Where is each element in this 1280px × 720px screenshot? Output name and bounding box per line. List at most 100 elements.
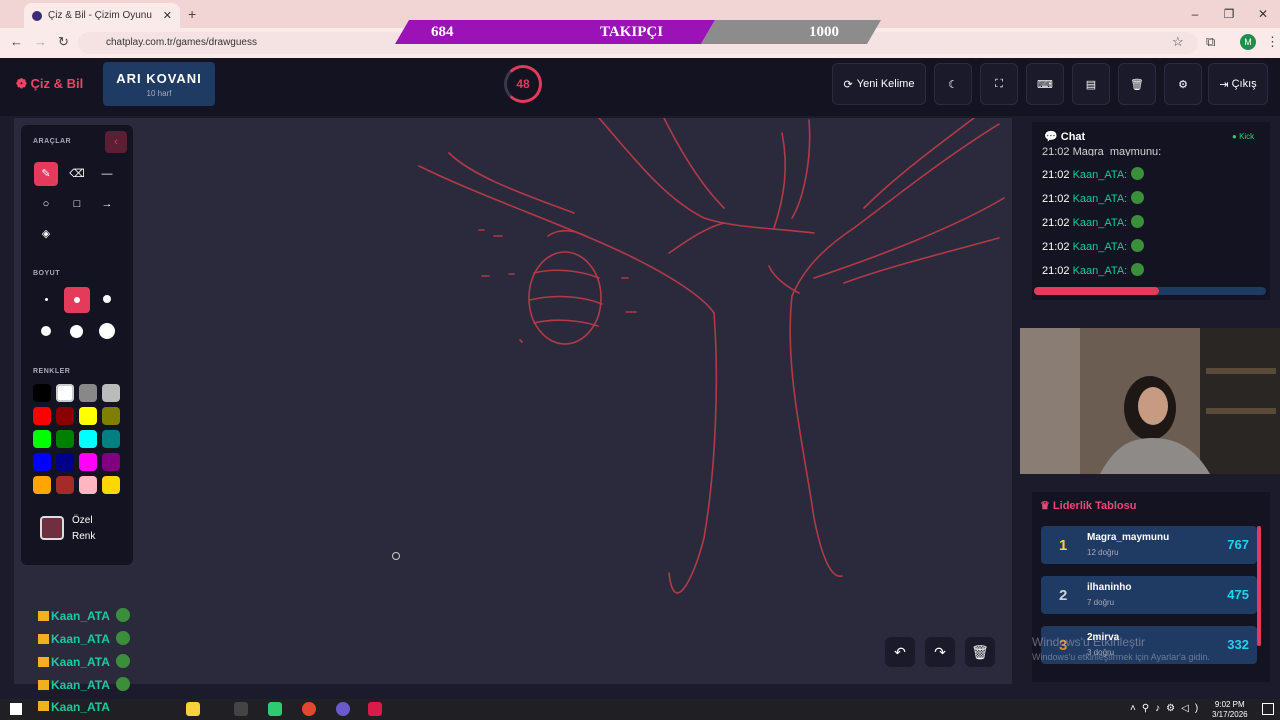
size-option-3[interactable] bbox=[95, 287, 119, 311]
profile-avatar[interactable]: M bbox=[1240, 34, 1256, 50]
leaderboard-scrollbar[interactable] bbox=[1257, 526, 1261, 646]
bookmark-star-icon[interactable]: ☆ bbox=[1172, 34, 1184, 50]
feed-user: Kaan_ATA bbox=[51, 678, 110, 692]
color-swatch[interactable] bbox=[33, 384, 51, 402]
undo-icon: ↶ bbox=[894, 644, 906, 660]
chat-message: 21:02 Kaan_ATA: bbox=[1042, 215, 1145, 229]
color-swatch[interactable] bbox=[56, 430, 74, 448]
discord-icon[interactable] bbox=[336, 702, 350, 716]
clock-time: 9:02 PM bbox=[1214, 700, 1245, 709]
color-swatch[interactable] bbox=[33, 430, 51, 448]
size-option-6[interactable] bbox=[95, 319, 119, 343]
color-swatch[interactable] bbox=[102, 476, 120, 494]
color-swatch[interactable] bbox=[56, 407, 74, 425]
correct-count: 12 doğru bbox=[1087, 548, 1119, 557]
drawing-canvas[interactable] bbox=[14, 118, 1012, 684]
rank: 2 bbox=[1059, 587, 1068, 604]
frog-emote-icon bbox=[115, 608, 130, 622]
game-logo: ❁ Çiz & Bil bbox=[16, 76, 83, 92]
eraser-tool[interactable]: ⌫ bbox=[65, 162, 89, 186]
browser-menu-icon[interactable]: ⋮ bbox=[1266, 34, 1279, 50]
rectangle-tool[interactable]: □ bbox=[65, 192, 89, 216]
keyboard-button[interactable]: ⌨ bbox=[1026, 63, 1064, 105]
crown-icon bbox=[38, 611, 49, 621]
fill-tool[interactable]: ◈ bbox=[34, 222, 58, 246]
game-logo-text: Çiz & Bil bbox=[30, 76, 84, 91]
chat-user: Kaan_ATA: bbox=[1072, 241, 1128, 253]
new-tab-button[interactable]: + bbox=[188, 6, 196, 22]
chat-message-partial: 21:02 Magra_maymunu: bbox=[1042, 146, 1161, 156]
extensions-icon[interactable]: ⧉ bbox=[1206, 34, 1215, 50]
leaderboard-row: 1 Magra_maymunu 12 doğru 767 bbox=[1041, 526, 1257, 564]
color-swatch[interactable] bbox=[33, 407, 51, 425]
color-swatch[interactable] bbox=[33, 476, 51, 494]
tool-panel: ARAÇLAR ‹ ✎ ⌫ — ○ □ → ◈ BOYUT RENKLER Öz… bbox=[21, 125, 133, 565]
app-icon[interactable] bbox=[268, 702, 282, 716]
taskbar-overlay-user: Kaan_ATA bbox=[38, 700, 110, 714]
size-dot bbox=[70, 325, 83, 338]
clear-canvas-button[interactable]: 🗑 bbox=[965, 637, 995, 667]
custom-color-swatch[interactable] bbox=[40, 516, 64, 540]
webcam-image bbox=[1020, 328, 1280, 474]
circle-icon: ○ bbox=[42, 198, 50, 210]
restore-button[interactable]: ❐ bbox=[1212, 0, 1246, 28]
delete-button[interactable]: 🗑 bbox=[1118, 63, 1156, 105]
collapse-panel-button[interactable]: ‹ bbox=[105, 131, 127, 153]
window-controls: – ❐ ✕ bbox=[1178, 0, 1280, 28]
color-swatch[interactable] bbox=[79, 453, 97, 471]
fullscreen-button[interactable]: ⛶ bbox=[980, 63, 1018, 105]
size-option-5[interactable] bbox=[64, 319, 88, 343]
task-view-icon[interactable] bbox=[234, 702, 248, 716]
reload-icon[interactable]: ↻ bbox=[58, 34, 69, 50]
frog-emote-icon bbox=[1131, 263, 1145, 276]
size-option-1[interactable] bbox=[34, 287, 58, 311]
new-word-button[interactable]: ⟳ Yeni Kelime bbox=[832, 63, 926, 105]
windows-start-icon[interactable] bbox=[10, 703, 22, 715]
color-swatch[interactable] bbox=[56, 476, 74, 494]
theme-toggle-button[interactable]: ☾ bbox=[934, 63, 972, 105]
streaming-app-icon[interactable] bbox=[368, 702, 382, 716]
color-swatch[interactable] bbox=[102, 430, 120, 448]
color-swatch[interactable] bbox=[56, 453, 74, 471]
color-swatch[interactable] bbox=[33, 453, 51, 471]
undo-button[interactable]: ↶ bbox=[885, 637, 915, 667]
chat-title: 💬 Chat bbox=[1044, 130, 1085, 143]
arrow-tool[interactable]: → bbox=[95, 192, 119, 216]
trash-icon: 🗑 bbox=[971, 644, 989, 660]
pencil-tool[interactable]: ✎ bbox=[34, 162, 58, 186]
back-icon[interactable]: ← bbox=[10, 34, 23, 49]
color-swatch[interactable] bbox=[79, 430, 97, 448]
color-swatch[interactable] bbox=[79, 407, 97, 425]
color-swatch[interactable] bbox=[79, 476, 97, 494]
notification-icon[interactable] bbox=[1262, 703, 1274, 715]
color-swatch[interactable] bbox=[79, 384, 97, 402]
settings-button[interactable]: ⚙ bbox=[1164, 63, 1202, 105]
custom-color-label-line1: Özel bbox=[72, 515, 93, 526]
size-dot bbox=[41, 326, 51, 336]
keyboard-icon: ⌨ bbox=[1037, 78, 1053, 91]
color-swatch[interactable] bbox=[56, 384, 74, 402]
player-name: ilhaninho bbox=[1087, 582, 1132, 593]
size-option-2[interactable] bbox=[64, 287, 90, 313]
close-window-button[interactable]: ✕ bbox=[1246, 0, 1280, 28]
archive-button[interactable]: ▤ bbox=[1072, 63, 1110, 105]
line-tool[interactable]: — bbox=[95, 162, 119, 186]
tab-close-icon[interactable]: ✕ bbox=[163, 9, 172, 22]
chrome-icon[interactable] bbox=[302, 702, 316, 716]
system-tray-icons[interactable]: ˄⚲♪⚙◁) bbox=[1130, 703, 1204, 714]
circle-tool[interactable]: ○ bbox=[34, 192, 58, 216]
frog-emote-icon bbox=[1131, 167, 1145, 180]
color-swatch[interactable] bbox=[102, 384, 120, 402]
redo-button[interactable]: ↷ bbox=[925, 637, 955, 667]
logout-button[interactable]: ⇥ Çıkış bbox=[1208, 63, 1268, 105]
size-option-4[interactable] bbox=[34, 319, 58, 343]
sparkle-icon[interactable] bbox=[186, 702, 200, 716]
minimize-button[interactable]: – bbox=[1178, 0, 1212, 28]
chat-time: 21:02 bbox=[1042, 193, 1070, 205]
browser-tab[interactable]: Çiz & Bil - Çizim Oyunu ✕ bbox=[24, 3, 180, 28]
color-swatch[interactable] bbox=[102, 407, 120, 425]
taskbar-clock[interactable]: 9:02 PM 3/17/2026 bbox=[1212, 700, 1248, 720]
frog-emote-icon bbox=[115, 654, 130, 668]
forward-icon[interactable]: → bbox=[34, 34, 47, 49]
color-swatch[interactable] bbox=[102, 453, 120, 471]
